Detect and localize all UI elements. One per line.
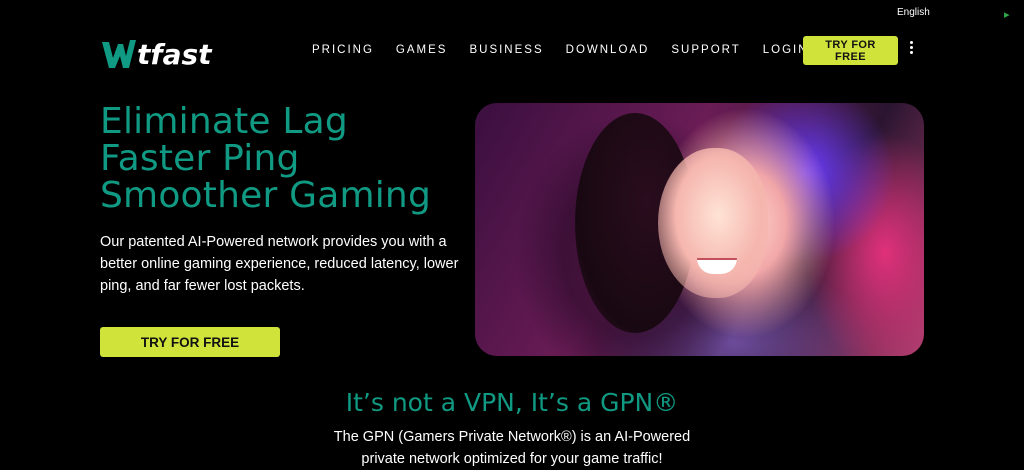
hero-gamer-image (475, 103, 924, 356)
svg-text:tfast: tfast (137, 38, 213, 71)
wtfast-logo[interactable]: tfast (100, 34, 222, 72)
more-menu-icon[interactable] (905, 40, 917, 58)
hero-description: Our patented AI-Powered network provides… (100, 234, 459, 294)
nav-business[interactable]: BUSINESS (469, 44, 543, 56)
nav-pricing[interactable]: PRICING (312, 44, 374, 56)
headline-line-3: Smoother Gaming (100, 175, 431, 216)
nav-games[interactable]: GAMES (396, 44, 448, 56)
nav-download[interactable]: DOWNLOAD (566, 44, 650, 56)
nav-login[interactable]: LOGIN (763, 44, 809, 56)
nav-support[interactable]: SUPPORT (671, 44, 740, 56)
gpn-section-title: It’s not a VPN, It’s a GPN® (345, 388, 679, 417)
gpn-section-description: The GPN (Gamers Private Network®) is an … (333, 429, 691, 467)
chevron-right-icon[interactable]: ▸ (1004, 8, 1010, 21)
try-for-free-hero-button[interactable]: TRY FOR FREE (100, 327, 280, 357)
try-for-free-nav-button[interactable]: TRY FOR FREE (803, 36, 898, 65)
hero-headline: Eliminate Lag Faster Ping Smoother Gamin… (100, 103, 431, 214)
main-nav: PRICING GAMES BUSINESS DOWNLOAD SUPPORT … (312, 44, 831, 56)
language-selector[interactable]: English (897, 7, 930, 18)
hero-image-face (658, 148, 768, 298)
headline-line-2: Faster Ping (100, 138, 300, 179)
headline-line-1: Eliminate Lag (100, 101, 348, 142)
